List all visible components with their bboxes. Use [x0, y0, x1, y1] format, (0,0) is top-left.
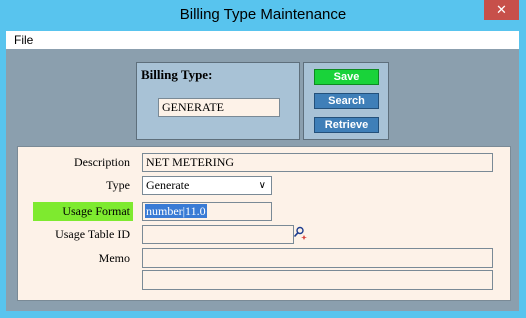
billing-type-input[interactable]: GENERATE [158, 98, 280, 117]
close-button[interactable]: ✕ [484, 0, 519, 20]
type-select[interactable]: Generate ∨ [142, 176, 272, 195]
usage-format-value: number|11.0 [145, 204, 207, 218]
description-field[interactable]: NET METERING [142, 153, 493, 172]
details-panel: Description NET METERING Type Generate ∨… [17, 146, 511, 301]
chevron-down-icon: ∨ [258, 180, 266, 191]
lookup-icon[interactable] [293, 226, 307, 240]
description-label: Description [74, 155, 130, 169]
retrieve-button[interactable]: Retrieve [314, 117, 379, 133]
usage-format-field[interactable]: number|11.0 [142, 202, 272, 221]
save-button[interactable]: Save [314, 69, 379, 85]
type-label: Type [106, 178, 130, 192]
menu-file[interactable]: File [14, 33, 33, 47]
title-bar: Billing Type Maintenance ✕ [0, 0, 526, 31]
action-buttons-panel: Save Search Retrieve [303, 62, 389, 140]
usage-format-label: Usage Format [62, 204, 130, 218]
window-title: Billing Type Maintenance [179, 6, 347, 23]
memo-line-2[interactable] [142, 270, 493, 290]
client-area: File Billing Type: GENERATE Save Search … [6, 31, 519, 311]
billing-type-window: Billing Type Maintenance ✕ File Billing … [0, 0, 526, 318]
memo-line-1[interactable] [142, 248, 493, 268]
billing-type-label: Billing Type: [141, 67, 213, 82]
usage-table-label: Usage Table ID [55, 227, 130, 241]
memo-label: Memo [98, 251, 130, 265]
usage-table-field[interactable] [142, 225, 294, 244]
billing-type-panel: Billing Type: GENERATE [136, 62, 300, 140]
type-select-value: Generate [146, 178, 190, 192]
menu-bar: File [6, 31, 519, 49]
search-button[interactable]: Search [314, 93, 379, 109]
